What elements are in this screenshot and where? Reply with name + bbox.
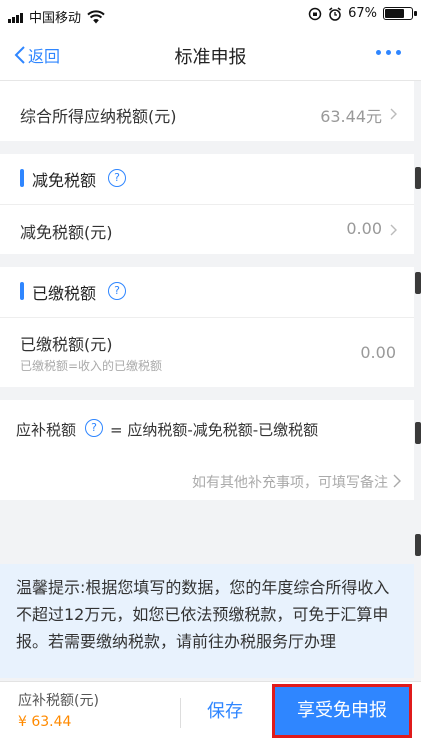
- section-accent-bar: [20, 169, 24, 187]
- deduction-value: 0.00: [346, 219, 382, 238]
- exempt-declaration-button[interactable]: 享受免申报: [272, 684, 412, 738]
- adjacent-screen-edge: [414, 162, 421, 742]
- paid-note: 已缴税额=收入的已缴税额: [20, 359, 163, 373]
- help-icon[interactable]: ?: [85, 419, 103, 437]
- paid-section-title: 已缴税额: [32, 284, 97, 303]
- chevron-right-icon: [390, 224, 397, 236]
- help-icon[interactable]: ?: [108, 169, 126, 187]
- alarm-icon: [329, 6, 342, 21]
- tax-payable-label: 综合所得应纳税额(元): [20, 107, 177, 126]
- bottom-bar: 应补税额(元) ¥ 63.44 保存 享受免申报: [0, 681, 421, 742]
- more-dot-icon: [386, 50, 391, 55]
- chevron-right-icon: [390, 108, 397, 120]
- status-left: 中国移动: [8, 7, 105, 26]
- supplement-tax-amount: ¥ 63.44: [18, 714, 72, 730]
- more-button[interactable]: [376, 50, 401, 55]
- more-dot-icon: [396, 50, 401, 55]
- paid-value: 0.00: [360, 343, 396, 362]
- carrier-name: 中国移动: [29, 11, 82, 26]
- paid-row: 已缴税额(元) 已缴税额=收入的已缴税额 0.00: [0, 317, 414, 387]
- section-accent-bar: [20, 282, 24, 300]
- help-icon[interactable]: ?: [108, 282, 126, 300]
- status-bar: 中国移动 67%: [0, 0, 421, 30]
- wifi-icon: [87, 9, 105, 23]
- divider: [180, 698, 181, 728]
- tax-payable-value: 63.44元: [320, 107, 382, 126]
- battery-level: [385, 9, 404, 18]
- deduction-card: 减免税额 ? 减免税额(元) 0.00: [0, 154, 414, 254]
- chevron-right-icon[interactable]: [393, 474, 402, 488]
- more-dot-icon: [376, 50, 381, 55]
- supplement-card: 应补税额 ? = 应纳税额-减免税额-已缴税额 如有其他补充事项，可填写备注: [0, 400, 414, 500]
- deduction-section-header: 减免税额 ?: [0, 154, 414, 204]
- deduction-section-title: 减免税额: [32, 171, 97, 190]
- paid-section-header: 已缴税额 ?: [0, 267, 414, 317]
- paid-label: 已缴税额(元): [20, 335, 113, 354]
- supplement-tax-label: 应补税额(元): [18, 693, 99, 709]
- edge-thumbnail: [415, 167, 421, 189]
- edge-thumbnail: [415, 422, 421, 444]
- supplement-formula-row: 应补税额 ? = 应纳税额-减免税额-已缴税额: [0, 400, 414, 455]
- form-content: 综合所得应纳税额(元) 63.44元 减免税额 ? 减免税额(元) 0.00 已…: [0, 81, 421, 742]
- remark-link[interactable]: 如有其他补充事项，可填写备注: [192, 472, 388, 492]
- tax-payable-card[interactable]: 综合所得应纳税额(元) 63.44元: [0, 81, 414, 141]
- supplement-label: 应补税额: [16, 421, 77, 439]
- nav-bar: 返回 标准申报: [0, 30, 421, 81]
- status-right: 67%: [308, 6, 417, 21]
- supplement-formula: = 应纳税额-减免税额-已缴税额: [110, 421, 319, 439]
- signal-icon: [8, 11, 23, 23]
- tip-text: 温馨提示:根据您填写的数据，您的年度综合所得收入不超过12万元，如您已依法预缴税…: [16, 578, 390, 651]
- paid-card: 已缴税额 ? 已缴税额(元) 已缴税额=收入的已缴税额 0.00: [0, 267, 414, 387]
- edge-thumbnail: [415, 272, 421, 294]
- tip-box: 温馨提示:根据您填写的数据，您的年度综合所得收入不超过12万元，如您已依法预缴税…: [0, 564, 414, 678]
- deduction-label: 减免税额(元): [20, 223, 113, 242]
- page-title: 标准申报: [174, 47, 247, 68]
- edge-thumbnail: [415, 534, 421, 556]
- save-button[interactable]: 保存: [190, 694, 260, 730]
- deduction-row[interactable]: 减免税额(元) 0.00: [0, 204, 414, 254]
- orientation-lock-icon: [308, 7, 322, 20]
- screen: 中国移动 67% 返回 标准申报 综合所得应纳税额(元) 63.44元 减免税额…: [0, 0, 421, 742]
- battery-icon: [383, 7, 417, 20]
- battery-percent: 67%: [348, 6, 377, 21]
